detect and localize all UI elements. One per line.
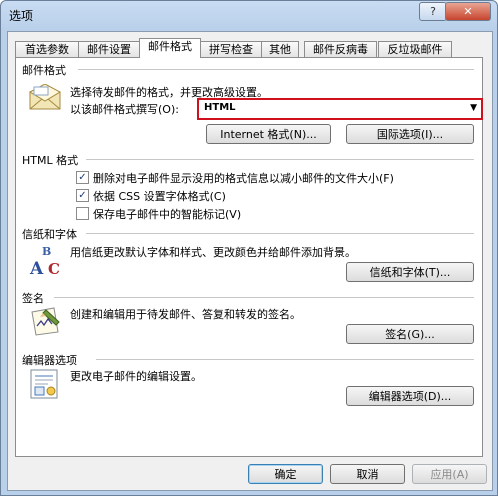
divider xyxy=(78,69,474,70)
stationery-fonts-button[interactable]: 信纸和字体(T)... xyxy=(346,262,474,282)
compose-format-select[interactable]: HTML ▼ xyxy=(197,98,483,120)
tab-mail-format[interactable]: 邮件格式 xyxy=(139,38,201,58)
smart-tags-checkbox[interactable] xyxy=(76,207,89,220)
editor-description: 更改电子邮件的编辑设置。 xyxy=(70,370,202,383)
mail-format-header: 邮件格式 xyxy=(22,64,66,77)
tab-spelling[interactable]: 拼写检查 xyxy=(200,41,262,57)
tab-preferences[interactable]: 首选参数 xyxy=(15,41,79,57)
tab-antivirus[interactable]: 邮件反病毒 xyxy=(304,41,377,57)
dialog-title: 选项 xyxy=(9,9,34,23)
css-font-checkbox[interactable]: ✓ xyxy=(76,189,89,202)
svg-text:C: C xyxy=(48,260,60,278)
stationery-header: 信纸和字体 xyxy=(22,228,77,241)
dropdown-arrow-icon: ▼ xyxy=(470,103,477,113)
svg-text:A: A xyxy=(29,259,44,278)
signatures-description: 创建和编辑用于待发邮件、答复和转发的签名。 xyxy=(70,308,301,321)
fonts-icon: B A C xyxy=(28,244,66,279)
compose-format-label: 以该邮件格式撰写(O): xyxy=(70,103,179,116)
help-button[interactable]: ? xyxy=(419,2,447,21)
signatures-header: 签名 xyxy=(22,292,44,305)
strip-format-checkbox[interactable]: ✓ xyxy=(76,171,89,184)
css-font-label: 依据 CSS 设置字体格式(C) xyxy=(93,190,226,203)
cancel-button[interactable]: 取消 xyxy=(330,464,405,484)
svg-text:B: B xyxy=(42,245,51,258)
ok-button[interactable]: 确定 xyxy=(248,464,323,484)
apply-button[interactable]: 应用(A) xyxy=(412,464,487,484)
divider xyxy=(54,297,474,298)
stationery-description: 用信纸更改默认字体和样式、更改颜色并给邮件添加背景。 xyxy=(70,246,356,259)
tab-antispam[interactable]: 反垃圾邮件 xyxy=(378,41,452,57)
tab-other[interactable]: 其他 xyxy=(261,41,299,57)
compose-format-value: HTML xyxy=(204,102,236,113)
title-bar: 选项 ? ✕ xyxy=(1,1,497,27)
divider xyxy=(96,359,474,360)
envelope-icon xyxy=(28,83,62,113)
smart-tags-label: 保存电子邮件中的智能标记(V) xyxy=(93,208,242,221)
tab-mail-setup[interactable]: 邮件设置 xyxy=(78,41,140,57)
editor-header: 编辑器选项 xyxy=(22,354,77,367)
editor-options-button[interactable]: 编辑器选项(D)... xyxy=(346,386,474,406)
divider xyxy=(86,233,474,234)
editor-options-icon xyxy=(28,368,62,403)
tab-panel: 邮件格式 选择待发邮件的格式，并更改高级设置。 以该邮件格式撰写(O): HTM… xyxy=(15,57,483,457)
html-format-header: HTML 格式 xyxy=(22,154,79,167)
internet-format-button[interactable]: Internet 格式(N)... xyxy=(206,124,331,144)
divider xyxy=(86,159,474,160)
signatures-button[interactable]: 签名(G)... xyxy=(346,324,474,344)
options-dialog: 选项 ? ✕ 首选参数 邮件设置 邮件格式 拼写检查 其他 邮件反病毒 反垃圾邮… xyxy=(0,0,498,496)
close-button[interactable]: ✕ xyxy=(445,2,491,21)
international-options-button[interactable]: 国际选项(I)... xyxy=(346,124,474,144)
strip-format-label: 删除对电子邮件显示没用的格式信息以减小邮件的文件大小(F) xyxy=(93,172,394,185)
dialog-client: 首选参数 邮件设置 邮件格式 拼写检查 其他 邮件反病毒 反垃圾邮件 邮件格式 xyxy=(7,31,493,491)
signature-icon xyxy=(28,306,62,339)
